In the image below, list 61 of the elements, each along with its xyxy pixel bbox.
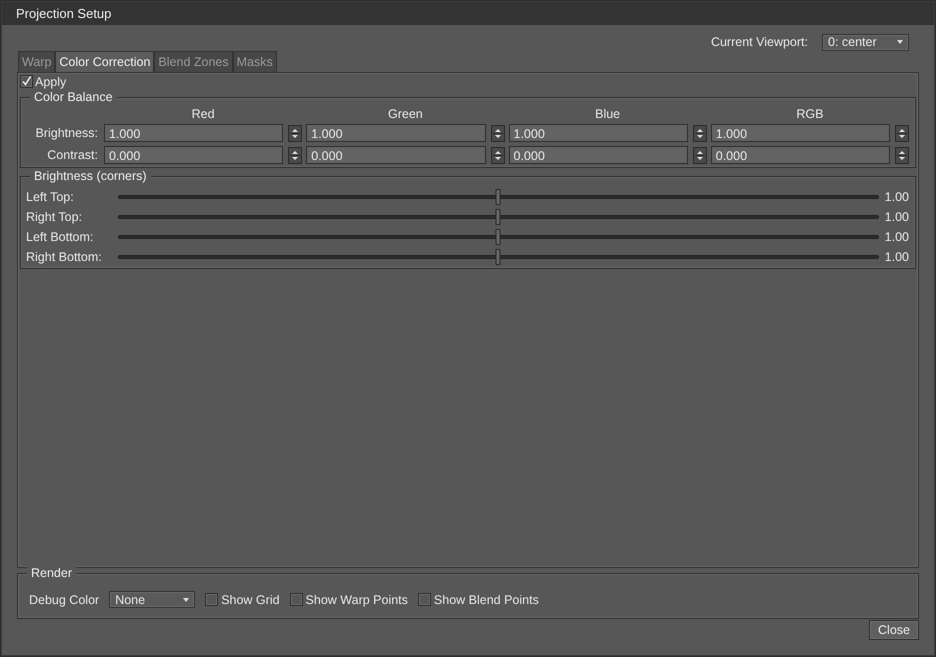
number-field[interactable]: 1.000 bbox=[710, 124, 890, 142]
checkbox[interactable] bbox=[20, 75, 33, 88]
spin-arrows-icon[interactable] bbox=[490, 124, 504, 142]
tab[interactable]: Blend Zones bbox=[154, 51, 233, 72]
number-field[interactable]: 1.000 bbox=[104, 124, 284, 142]
slider-value: 1.00 bbox=[884, 190, 909, 204]
debug-color-label: Debug Color bbox=[29, 592, 100, 606]
spin-arrows-icon[interactable] bbox=[490, 146, 504, 164]
number-field[interactable]: 0.000 bbox=[306, 146, 486, 164]
slider-thumb[interactable] bbox=[496, 189, 501, 205]
checkbox[interactable] bbox=[290, 593, 303, 606]
slider[interactable] bbox=[118, 249, 879, 265]
column-header: RGB bbox=[795, 107, 824, 121]
window-title: Projection Setup bbox=[2, 2, 934, 25]
checkbox-label: Show Blend Points bbox=[434, 592, 539, 606]
column-header: Red bbox=[190, 107, 216, 121]
slider-value: 1.00 bbox=[884, 210, 909, 224]
viewport-dropdown[interactable]: 0: center bbox=[822, 34, 909, 50]
slider-value: 1.00 bbox=[884, 230, 909, 244]
column-header: Green bbox=[387, 107, 424, 121]
number-field[interactable]: 1.000 bbox=[508, 124, 688, 142]
spin-arrows-icon[interactable] bbox=[895, 146, 909, 164]
group-title: Color Balance bbox=[30, 90, 117, 104]
slider-label: Right Bottom: bbox=[26, 250, 103, 264]
checkbox-label: Apply bbox=[35, 74, 66, 88]
slider[interactable] bbox=[118, 229, 879, 245]
tab[interactable]: Masks bbox=[232, 51, 277, 72]
debug-color-dropdown[interactable]: None bbox=[109, 591, 196, 608]
slider-label: Right Top: bbox=[26, 210, 84, 224]
spin-arrows-icon[interactable] bbox=[288, 124, 302, 142]
spin-arrows-icon[interactable] bbox=[692, 146, 707, 164]
number-field[interactable]: 0.000 bbox=[508, 146, 688, 164]
caret-icon bbox=[183, 598, 190, 602]
row-label: Brightness: bbox=[34, 126, 99, 140]
group-title: Brightness (corners) bbox=[30, 169, 151, 183]
caret-icon bbox=[897, 40, 903, 44]
tab[interactable]: Warp bbox=[18, 51, 56, 72]
number-field[interactable]: 0.000 bbox=[710, 146, 890, 164]
slider-thumb[interactable] bbox=[496, 229, 501, 245]
slider-thumb[interactable] bbox=[496, 209, 501, 225]
spin-arrows-icon[interactable] bbox=[692, 124, 707, 142]
column-header: Blue bbox=[594, 107, 622, 121]
slider[interactable] bbox=[118, 209, 879, 225]
spin-arrows-icon[interactable] bbox=[288, 146, 302, 164]
checkbox-label: Show Grid bbox=[221, 592, 280, 606]
checkbox[interactable] bbox=[205, 593, 218, 606]
checkbox[interactable] bbox=[418, 593, 431, 606]
number-field[interactable]: 0.000 bbox=[104, 146, 284, 164]
checkbox-label: Show Warp Points bbox=[306, 592, 408, 606]
slider-thumb[interactable] bbox=[496, 249, 501, 265]
row-label: Contrast: bbox=[46, 148, 99, 162]
spin-arrows-icon[interactable] bbox=[895, 124, 909, 142]
tab[interactable]: Color Correction bbox=[55, 51, 154, 72]
number-field[interactable]: 1.000 bbox=[306, 124, 486, 142]
close-button[interactable]: Close bbox=[869, 620, 919, 640]
group-title: Render bbox=[27, 566, 76, 580]
slider-label: Left Bottom: bbox=[26, 230, 94, 244]
viewport-label: Current Viewport: bbox=[710, 35, 808, 49]
slider-value: 1.00 bbox=[884, 250, 909, 264]
slider-label: Left Top: bbox=[26, 190, 75, 204]
slider[interactable] bbox=[118, 189, 879, 205]
